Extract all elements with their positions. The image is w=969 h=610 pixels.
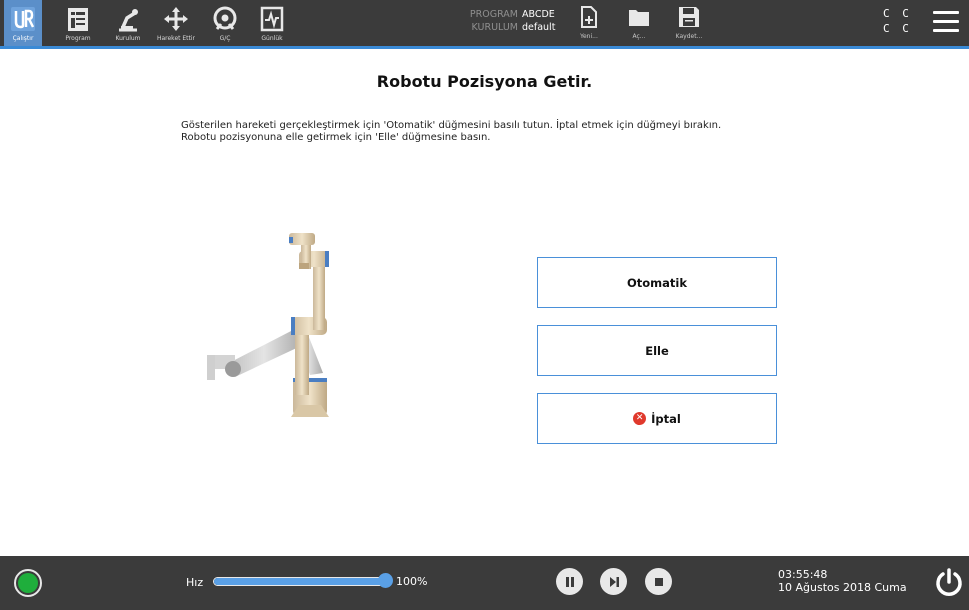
robot-arm: [289, 233, 329, 417]
move-icon: [164, 7, 188, 31]
instructions: Gösterilen hareketi gerçekleştirmek için…: [181, 120, 721, 144]
cc-indicator: C C C C: [883, 6, 912, 36]
open-button[interactable]: Aç...: [625, 0, 653, 46]
robot-3d-view: [207, 233, 329, 417]
manual-button-label: Elle: [645, 343, 669, 358]
top-bar: Çalıştır Program Kurulum Hareket Ettir G…: [0, 0, 969, 49]
cancel-button[interactable]: ✕ İptal: [537, 393, 777, 444]
program-key: PROGRAM: [469, 9, 518, 20]
folder-icon: [629, 10, 649, 26]
step-icon: [609, 576, 619, 587]
power-icon[interactable]: [934, 567, 964, 597]
new-file-icon: [581, 6, 597, 28]
cancel-x-icon: ✕: [633, 412, 647, 425]
instruction-line-2: Robotu pozisyonuna elle getirmek için 'E…: [181, 132, 491, 143]
speed-label: Hız: [186, 576, 204, 589]
nav-run-label: Çalıştır: [12, 35, 34, 42]
nav-run[interactable]: Çalıştır: [4, 0, 42, 46]
speed-slider-handle[interactable]: [378, 573, 393, 588]
robot-status-indicator[interactable]: [14, 569, 42, 597]
save-icon: [679, 7, 699, 27]
installation-icon: [119, 9, 138, 32]
bottom-bar: Hız 100% 03:55:48 10 Ağustos 2018 Cuma: [0, 556, 969, 610]
nav-move-label: Hareket Ettir: [156, 35, 196, 42]
io-icon: [213, 6, 237, 30]
auto-button-label: Otomatik: [626, 275, 687, 290]
log-icon: [260, 6, 284, 32]
nav-log-label: Günlük: [261, 35, 283, 42]
page-title: Robotu Pozisyona Getir.: [376, 72, 593, 91]
new-label: Yeni...: [580, 33, 598, 40]
program-name: ABCDE: [522, 9, 555, 20]
status-light-icon: [18, 573, 38, 593]
clock-date: 10 Ağustos 2018 Cuma: [778, 581, 907, 594]
step-button[interactable]: [600, 568, 627, 595]
open-label: Aç...: [632, 33, 646, 40]
instruction-line-1: Gösterilen hareketi gerçekleştirmek için…: [181, 120, 722, 131]
speed-slider-fill: [214, 578, 387, 585]
nav-move[interactable]: Hareket Ettir: [150, 0, 202, 46]
save-label: Kaydet...: [675, 33, 703, 40]
program-info: PROGRAM ABCDE KURULUM default: [452, 8, 556, 34]
clock: 03:55:48 10 Ağustos 2018 Cuma: [778, 568, 907, 594]
nav-program[interactable]: Program: [58, 0, 98, 46]
speed-slider[interactable]: [213, 577, 388, 586]
nav-io[interactable]: G/Ç: [205, 0, 245, 46]
stop-icon: [654, 577, 663, 586]
stop-button[interactable]: [645, 568, 672, 595]
program-icon: [68, 8, 88, 31]
installation-key: KURULUM: [471, 22, 518, 33]
speed-value: 100%: [396, 575, 428, 588]
nav-log[interactable]: Günlük: [252, 0, 292, 46]
nav-installation[interactable]: Kurulum: [108, 0, 148, 46]
cc-row-2: C C: [883, 22, 912, 35]
installation-name: default: [522, 22, 556, 33]
pause-icon: [565, 576, 574, 587]
nav-installation-label: Kurulum: [115, 35, 141, 42]
manual-button[interactable]: Elle: [537, 325, 777, 376]
clock-time: 03:55:48: [778, 568, 828, 581]
pause-button[interactable]: [556, 568, 583, 595]
nav-io-label: G/Ç: [219, 35, 231, 42]
cc-row-1: C C: [883, 7, 912, 20]
hamburger-menu-icon[interactable]: [933, 11, 959, 33]
cancel-button-label: İptal: [651, 411, 681, 426]
auto-button[interactable]: Otomatik: [537, 257, 777, 308]
new-button[interactable]: Yeni...: [575, 0, 603, 46]
save-button[interactable]: Kaydet...: [672, 0, 706, 46]
ur-logo-icon: [11, 7, 35, 31]
nav-program-label: Program: [65, 35, 91, 42]
